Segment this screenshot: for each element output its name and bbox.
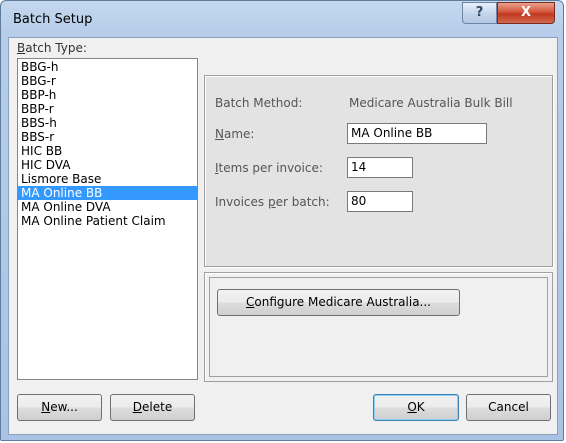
list-item[interactable]: BBS-h [18,116,197,130]
list-item[interactable]: BBS-r [18,130,197,144]
batch-type-list[interactable]: BBG-h BBG-r BBP-h BBP-r BBS-h BBS-r HIC … [17,58,198,380]
list-item[interactable]: BBG-h [18,60,197,74]
batch-type-label: Batch Type: [17,41,87,55]
list-item[interactable]: BBP-r [18,102,197,116]
window-title: Batch Setup [13,12,93,27]
invoices-per-batch-label: Invoices per batch: [215,195,330,209]
cancel-button[interactable]: Cancel [466,394,551,421]
delete-button[interactable]: Delete [110,394,195,421]
list-item[interactable]: HIC BB [18,144,197,158]
batch-method-value: Medicare Australia Bulk Bill [349,96,513,110]
name-label: Name: [215,127,255,141]
list-item[interactable]: HIC DVA [18,158,197,172]
list-item[interactable]: BBP-h [18,88,197,102]
help-icon: ? [475,5,484,20]
list-item[interactable]: MA Online Patient Claim [18,214,197,228]
close-button[interactable]: X [497,2,555,24]
title-bar[interactable]: Batch Setup ? X [1,1,563,37]
name-field[interactable]: MA Online BB [347,123,487,144]
ok-button[interactable]: OK [373,394,459,421]
invoices-per-batch-field[interactable]: 80 [347,191,413,212]
list-item[interactable]: Lismore Base [18,172,197,186]
batch-setup-dialog: Batch Setup ? X Batch Type: BBG-h BBG-r … [0,0,564,441]
batch-method-label: Batch Method: [215,96,303,110]
list-item[interactable]: MA Online DVA [18,200,197,214]
dialog-client-area: Batch Type: BBG-h BBG-r BBP-h BBP-r BBS-… [8,37,558,435]
configuration-panel: Configure Medicare Australia... [204,272,553,382]
close-icon: X [520,5,532,20]
new-button[interactable]: New... [17,394,102,421]
list-item[interactable]: BBG-r [18,74,197,88]
batch-details-panel: Batch Method: Medicare Australia Bulk Bi… [204,75,553,267]
list-item-selected[interactable]: MA Online BB [18,186,197,200]
items-per-invoice-label: Items per invoice: [215,161,323,175]
configure-medicare-button[interactable]: Configure Medicare Australia... [217,289,460,316]
configuration-inner-frame: Configure Medicare Australia... [209,277,548,377]
items-per-invoice-field[interactable]: 14 [347,157,413,178]
help-button[interactable]: ? [462,2,497,24]
